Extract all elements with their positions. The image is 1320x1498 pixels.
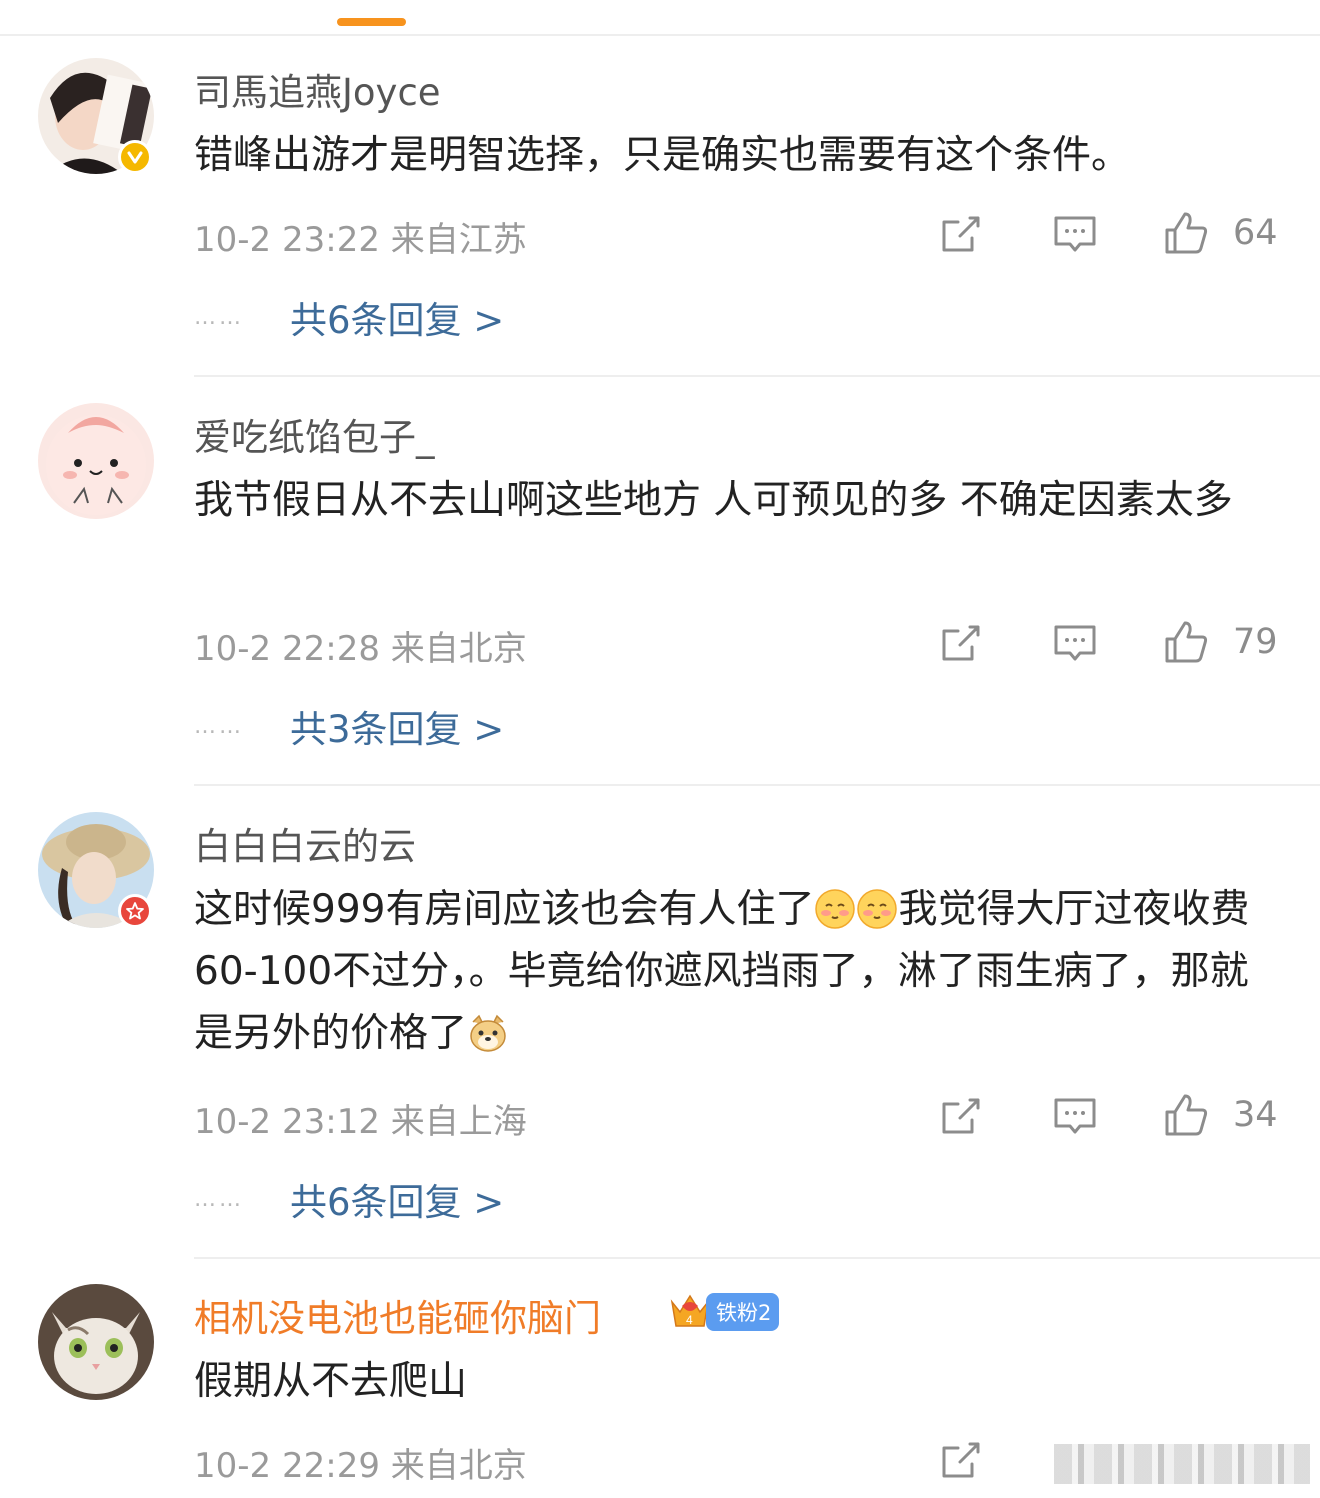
username[interactable]: 白白白云的云: [194, 816, 416, 870]
like-icon[interactable]: [1163, 619, 1209, 665]
like-count: 34: [1233, 1095, 1278, 1135]
like-count: 64: [1233, 213, 1278, 253]
comment-location: 来自北京: [390, 1446, 527, 1486]
replies-row: …… 共6条回复 >: [194, 1174, 504, 1224]
verified-badge-icon: [118, 140, 152, 174]
tab-indicator: [337, 18, 406, 26]
truncated-action-bar: [1054, 1444, 1310, 1484]
comment-time: 10-2 23:12: [194, 1102, 380, 1142]
view-replies-link[interactable]: 共3条回复 >: [290, 699, 504, 753]
comment-divider: [194, 1257, 1320, 1259]
view-replies-link[interactable]: 共6条回复 >: [290, 1172, 504, 1226]
share-icon[interactable]: [938, 621, 984, 667]
svg-text:4: 4: [686, 1313, 693, 1327]
shy-emoji-icon: [857, 889, 898, 929]
fan-badge: 4 铁粉2: [668, 1292, 780, 1332]
comment-location: 来自北京: [390, 629, 527, 669]
username[interactable]: 相机没电池也能砸你脑门: [194, 1288, 601, 1342]
ellipsis-dots: ……: [194, 304, 244, 330]
comment-icon[interactable]: [1052, 1094, 1098, 1140]
comment-text: 错峰出游才是明智选择，只是确实也需要有这个条件。: [194, 133, 1131, 178]
comment-time: 10-2 22:29: [194, 1446, 380, 1486]
share-icon[interactable]: [938, 1094, 984, 1140]
avatar[interactable]: [38, 1284, 154, 1400]
replies-row: …… 共6条回复 >: [194, 292, 504, 342]
comment-text: 我节假日从不去山啊这些地方 人可预见的多 不确定因素太多: [194, 478, 1233, 523]
avatar[interactable]: [38, 403, 154, 519]
top-divider: [0, 34, 1320, 36]
comment-time: 10-2 22:28: [194, 629, 380, 669]
doge-emoji-icon: [470, 1014, 506, 1052]
star-badge-icon: [118, 894, 152, 928]
comment-text: 假期从不去爬山: [194, 1359, 468, 1404]
like-count: 79: [1233, 622, 1278, 662]
replies-row: …… 共3条回复 >: [194, 701, 504, 751]
comment-location: 来自上海: [390, 1102, 527, 1142]
share-icon[interactable]: [938, 1438, 984, 1484]
comment-icon[interactable]: [1052, 621, 1098, 667]
comment-time: 10-2 23:22: [194, 220, 380, 260]
fan-level-label: 铁粉2: [706, 1293, 780, 1331]
ellipsis-dots: ……: [194, 713, 244, 739]
comment-meta: 10-2 23:12 来自上海: [194, 1094, 527, 1143]
share-icon[interactable]: [938, 212, 984, 258]
comment-meta: 10-2 22:29 来自北京: [194, 1438, 527, 1487]
comment-text-part1: 这时候999有房间应该也会有人住了: [194, 887, 815, 932]
view-replies-link[interactable]: 共6条回复 >: [290, 290, 504, 344]
comment-location: 来自江苏: [390, 220, 527, 260]
comment-meta: 10-2 22:28 来自北京: [194, 621, 527, 670]
comment-divider: [194, 784, 1320, 786]
like-icon[interactable]: [1163, 210, 1209, 256]
comment-meta: 10-2 23:22 来自江苏: [194, 212, 527, 261]
username[interactable]: 司馬追燕Joyce: [194, 62, 441, 116]
ellipsis-dots: ……: [194, 1186, 244, 1212]
like-icon[interactable]: [1163, 1092, 1209, 1138]
comment-text: 这时候999有房间应该也会有人住了 我觉得大厅过夜收费60-100不过分，。毕竟给…: [194, 879, 1274, 1065]
username[interactable]: 爱吃纸馅包子_: [194, 407, 435, 461]
shy-emoji-icon: [815, 889, 856, 929]
comment-icon[interactable]: [1052, 212, 1098, 258]
comment-divider: [194, 375, 1320, 377]
